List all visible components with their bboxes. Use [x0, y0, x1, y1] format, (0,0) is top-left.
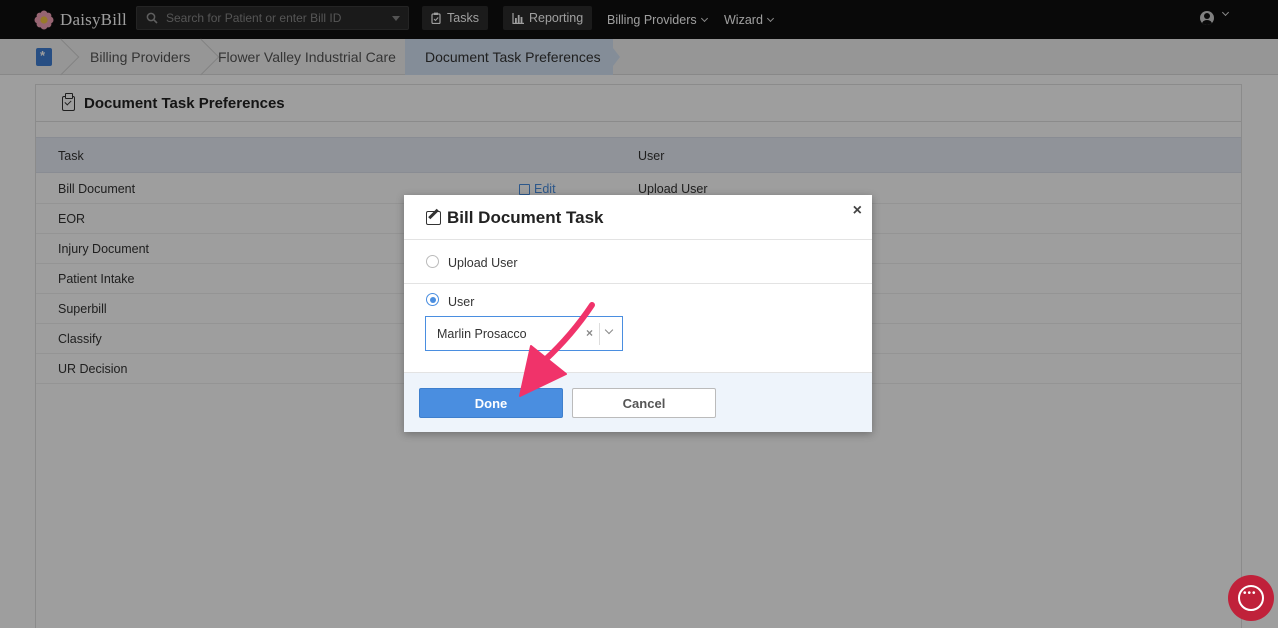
chat-button[interactable] [1228, 575, 1274, 621]
modal-title-text: Bill Document Task [447, 208, 604, 227]
pencil-square-icon [426, 211, 441, 225]
upload-user-label[interactable]: Upload User [448, 256, 517, 270]
select-divider [599, 323, 600, 345]
user-option-label[interactable]: User [448, 295, 474, 309]
user-radio[interactable] [426, 293, 439, 306]
bill-document-task-modal: Bill Document Task × Upload User User Ma… [404, 195, 872, 432]
clear-selection-icon[interactable]: × [586, 326, 593, 340]
modal-footer: Done Cancel [404, 372, 872, 432]
chat-icon [1238, 585, 1264, 611]
user-select[interactable]: Marlin Prosacco × [425, 316, 623, 351]
user-select-value: Marlin Prosacco [437, 327, 527, 341]
chevron-down-icon[interactable] [604, 325, 614, 335]
modal-title: Bill Document Task [426, 208, 604, 228]
upload-user-radio[interactable] [426, 255, 439, 268]
cancel-button[interactable]: Cancel [572, 388, 716, 418]
divider [404, 239, 872, 240]
done-button[interactable]: Done [419, 388, 563, 418]
close-icon[interactable]: × [853, 202, 862, 220]
divider [404, 283, 872, 284]
